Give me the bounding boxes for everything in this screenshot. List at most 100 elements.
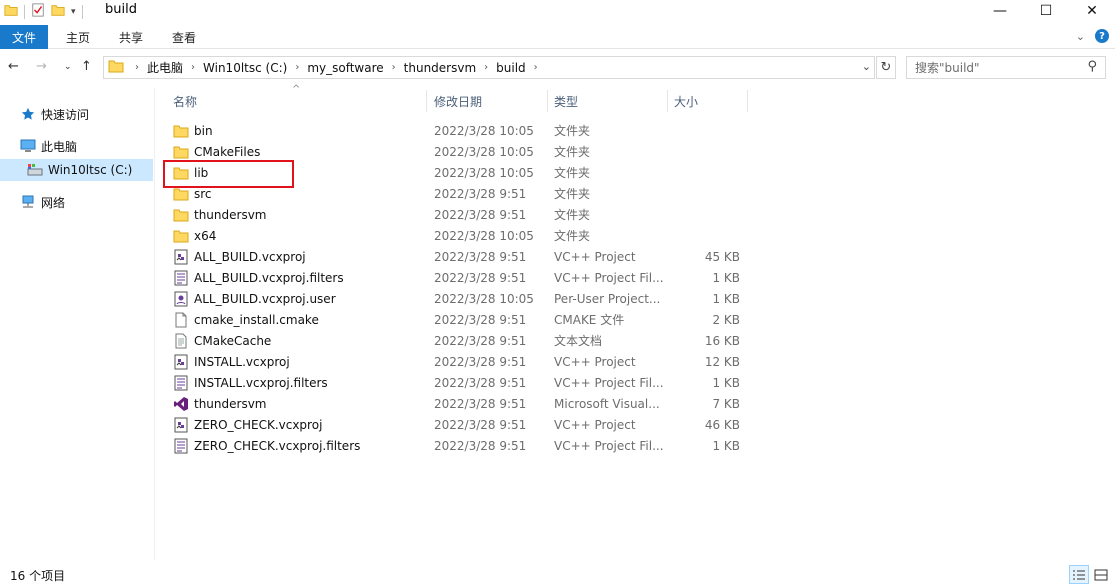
user-project-icon <box>173 291 189 307</box>
recent-locations-icon[interactable]: ⌄ <box>64 62 72 72</box>
file-type: 文件夹 <box>554 145 591 159</box>
file-row[interactable]: cmake_install.cmake 2022/3/28 9:51 CMAKE 文… <box>165 309 755 330</box>
folder-icon <box>173 207 189 223</box>
blank-file-icon <box>173 312 189 328</box>
close-button[interactable]: ✕ <box>1069 0 1115 22</box>
column-name[interactable]: 名称 <box>173 88 423 114</box>
maximize-button[interactable]: ☐ <box>1023 0 1069 22</box>
file-row[interactable]: src 2022/3/28 9:51 文件夹 <box>165 183 755 204</box>
nav-item-network[interactable]: 网络 <box>20 191 65 213</box>
column-divider[interactable] <box>667 90 668 112</box>
nav-item-quick-access[interactable]: 快速访问 <box>20 103 89 125</box>
search-placeholder: 搜索"build" <box>915 61 980 75</box>
column-type[interactable]: 类型 <box>554 88 664 114</box>
file-name-cell: src <box>173 186 212 202</box>
vcxproj-icon <box>173 354 189 370</box>
expand-ribbon-icon[interactable]: ⌄ <box>1076 30 1085 43</box>
details-view-icon[interactable] <box>1069 565 1089 584</box>
tab-home[interactable]: 主页 <box>66 25 90 49</box>
properties-icon[interactable] <box>31 3 45 20</box>
file-size: 16 KB <box>704 333 740 348</box>
file-date: 2022/3/28 10:05 <box>434 165 534 180</box>
file-name-cell: ZERO_CHECK.vcxproj.filters <box>173 438 360 454</box>
file-row[interactable]: CMakeFiles 2022/3/28 10:05 文件夹 <box>165 141 755 162</box>
file-name: bin <box>194 123 213 138</box>
file-name-cell: lib <box>173 165 208 181</box>
column-size[interactable]: 大小 <box>674 88 744 114</box>
chevron-right-icon[interactable]: › <box>295 62 299 73</box>
large-icons-view-icon[interactable] <box>1091 565 1111 584</box>
column-divider[interactable] <box>747 90 748 112</box>
chevron-right-icon[interactable]: › <box>392 62 396 73</box>
file-row[interactable]: ZERO_CHECK.vcxproj.filters 2022/3/28 9:51… <box>165 435 755 456</box>
file-name: ZERO_CHECK.vcxproj <box>194 417 323 432</box>
file-row[interactable]: bin 2022/3/28 10:05 文件夹 <box>165 120 755 141</box>
new-folder-icon[interactable] <box>51 3 65 20</box>
file-type: 文件夹 <box>554 166 591 180</box>
help-icon[interactable]: ? <box>1095 29 1109 43</box>
file-date: 2022/3/28 9:51 <box>434 249 527 264</box>
file-row[interactable]: lib 2022/3/28 10:05 文件夹 <box>165 162 755 183</box>
up-arrow-icon[interactable]: ↑ <box>81 59 92 74</box>
tab-view[interactable]: 查看 <box>172 25 196 49</box>
file-row[interactable]: INSTALL.vcxproj.filters 2022/3/28 9:51 VC+… <box>165 372 755 393</box>
file-name: ZERO_CHECK.vcxproj.filters <box>194 438 361 453</box>
column-divider[interactable] <box>426 90 427 112</box>
nav-item-drive-c[interactable]: Win10ltsc (C:) <box>0 159 153 181</box>
file-row[interactable]: ALL_BUILD.vcxproj.filters 2022/3/28 9:51 V… <box>165 267 755 288</box>
refresh-icon[interactable]: ↻ <box>876 56 896 79</box>
file-name-cell: ALL_BUILD.vcxproj <box>173 249 306 265</box>
chevron-right-icon[interactable]: › <box>191 62 195 73</box>
nav-item-this-pc[interactable]: 此电脑 <box>20 135 77 157</box>
column-date[interactable]: 修改日期 <box>434 88 544 114</box>
file-date: 2022/3/28 9:51 <box>434 207 527 222</box>
computer-icon <box>20 138 36 154</box>
file-date: 2022/3/28 10:05 <box>434 228 534 243</box>
separator <box>81 4 83 19</box>
nav-label: 快速访问 <box>41 107 90 122</box>
file-size: 7 KB <box>712 396 740 411</box>
tab-share[interactable]: 共享 <box>119 25 143 49</box>
folder-icon[interactable] <box>4 3 18 20</box>
breadcrumb-build[interactable]: build <box>496 61 526 75</box>
minimize-button[interactable]: — <box>977 0 1023 22</box>
file-row[interactable]: thundersvm 2022/3/28 9:51 文件夹 <box>165 204 755 225</box>
breadcrumb-this-pc[interactable]: 此电脑 <box>147 59 183 76</box>
file-row[interactable]: ALL_BUILD.vcxproj 2022/3/28 9:51 VC++ Proj… <box>165 246 755 267</box>
file-row[interactable]: ALL_BUILD.vcxproj.user 2022/3/28 10:05 Per… <box>165 288 755 309</box>
separator <box>24 4 25 19</box>
breadcrumb-my-software[interactable]: my_software <box>307 61 383 75</box>
forward-arrow-icon[interactable]: → <box>36 59 47 74</box>
file-name: INSTALL.vcxproj <box>194 354 290 369</box>
tab-file[interactable]: 文件 <box>0 25 48 49</box>
column-divider[interactable] <box>547 90 548 112</box>
file-type: Per-User Project... <box>554 291 661 306</box>
file-type: Microsoft Visual... <box>554 396 660 411</box>
file-name-cell: ALL_BUILD.vcxproj.filters <box>173 270 344 286</box>
customize-qat-icon[interactable]: ▾ <box>71 7 76 17</box>
file-row[interactable]: x64 2022/3/28 10:05 文件夹 <box>165 225 755 246</box>
file-date: 2022/3/28 10:05 <box>434 123 534 138</box>
item-count: 16 个项目 <box>10 569 66 583</box>
file-type: VC++ Project Fil... <box>554 270 664 285</box>
file-size: 1 KB <box>712 291 740 306</box>
search-input[interactable]: 搜索"build" ⚲ <box>906 56 1106 79</box>
chevron-right-icon[interactable]: › <box>534 62 538 73</box>
folder-icon <box>173 144 189 160</box>
chevron-down-icon[interactable]: ⌄ <box>862 60 871 73</box>
chevron-right-icon[interactable]: › <box>135 62 139 73</box>
file-row[interactable]: INSTALL.vcxproj 2022/3/28 9:51 VC++ Projec… <box>165 351 755 372</box>
breadcrumb-drive[interactable]: Win10ltsc (C:) <box>203 61 287 75</box>
address-bar[interactable]: › 此电脑 › Win10ltsc (C:) › my_software › t… <box>103 56 875 79</box>
breadcrumb-thundersvm[interactable]: thundersvm <box>404 61 477 75</box>
file-row[interactable]: thundersvm 2022/3/28 9:51 Microsoft Visual… <box>165 393 755 414</box>
file-name: lib <box>194 165 209 180</box>
file-row[interactable]: CMakeCache 2022/3/28 9:51 文本文档 16 KB <box>165 330 755 351</box>
file-row[interactable]: ZERO_CHECK.vcxproj 2022/3/28 9:51 VC++ Pro… <box>165 414 755 435</box>
back-arrow-icon[interactable]: ← <box>8 59 19 74</box>
chevron-right-icon[interactable]: › <box>484 62 488 73</box>
nav-label: 此电脑 <box>41 139 78 154</box>
file-size: 1 KB <box>712 375 740 390</box>
star-icon <box>20 106 36 122</box>
window-title: build <box>105 2 137 17</box>
